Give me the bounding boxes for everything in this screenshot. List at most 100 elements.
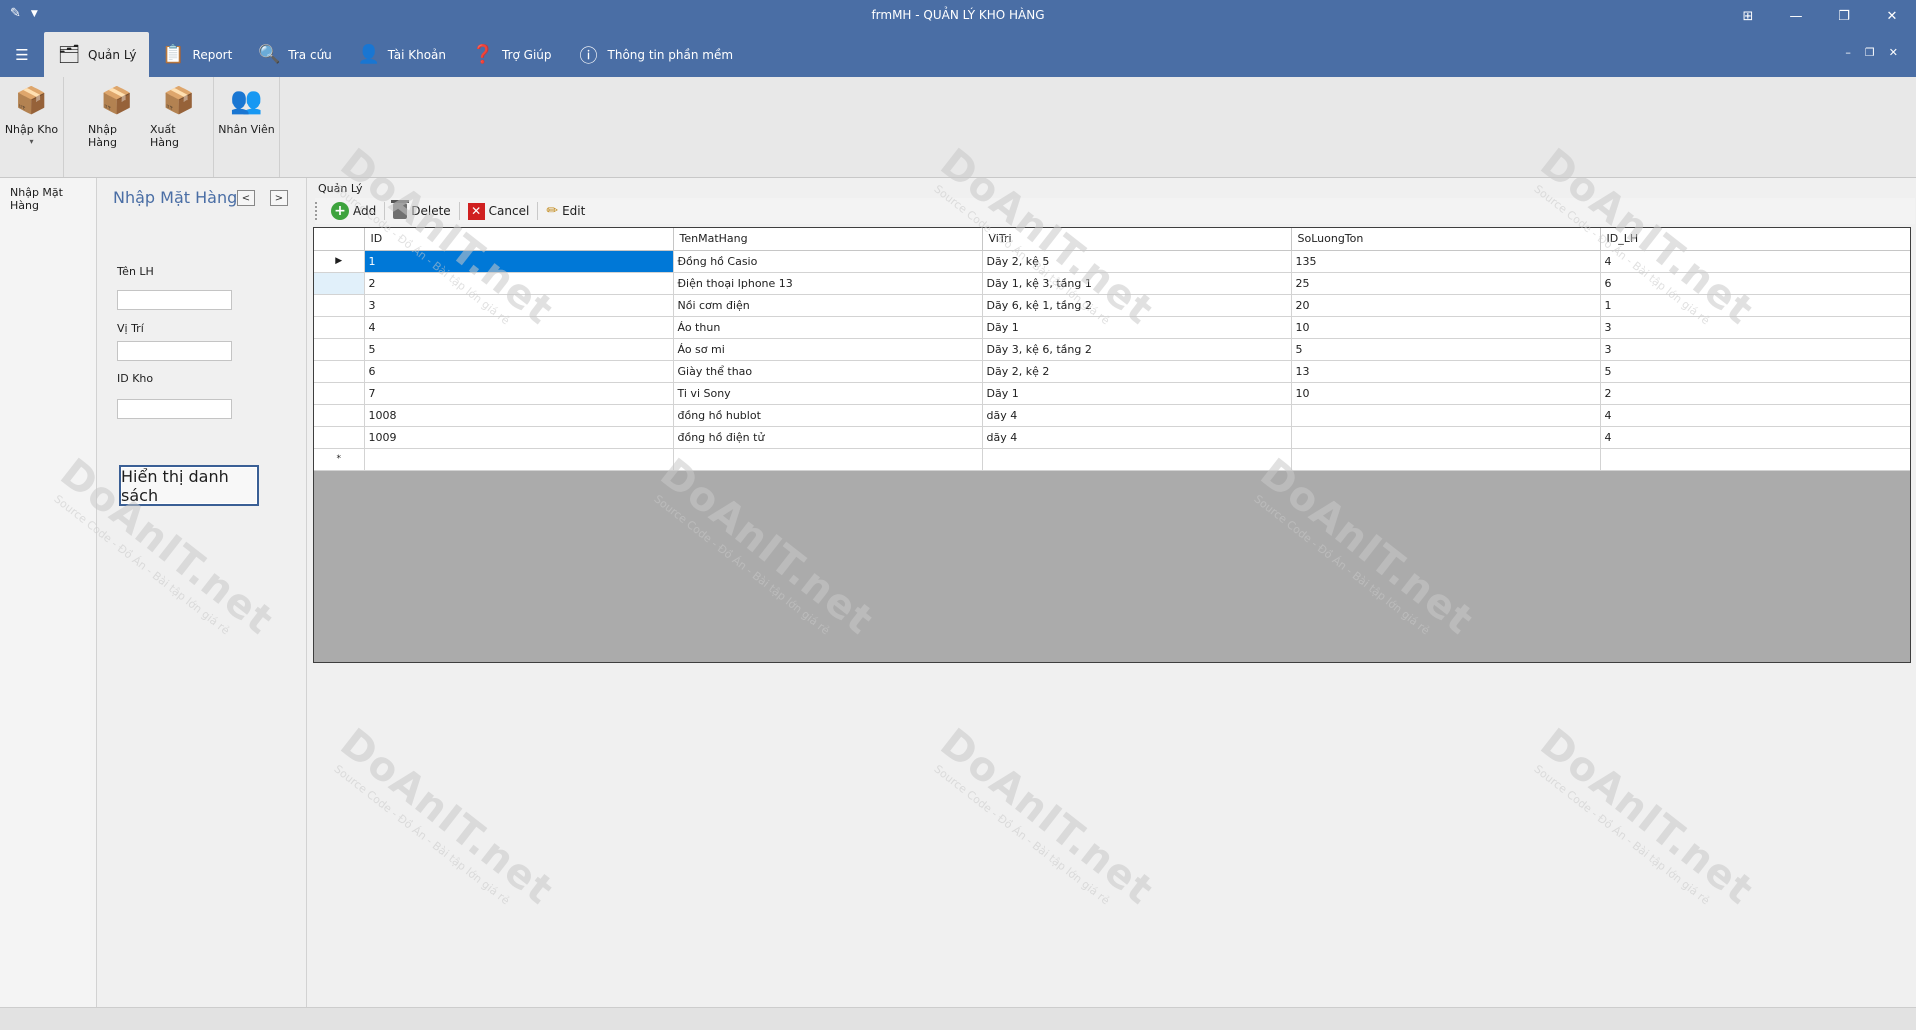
table-row[interactable]: 2 Điện thoại Iphone 13 Dãy 1, kệ 3, tầng… [314, 272, 1910, 295]
cell-vitri[interactable]: dãy 4 [982, 404, 1292, 427]
cell-tenmathang[interactable]: Áo thun [673, 316, 983, 339]
cell-id-lh[interactable]: 3 [1600, 338, 1910, 361]
cell-id-lh[interactable]: 3 [1600, 316, 1910, 339]
cell-soluongton[interactable] [1291, 448, 1601, 471]
tab-quan-ly[interactable]: 🗂 Quản Lý [44, 32, 149, 77]
table-row[interactable]: 6 Giày thể thao Dãy 2, kệ 2 13 5 [314, 360, 1910, 383]
mdi-close-button[interactable]: ✕ [1889, 46, 1898, 59]
restore-button[interactable]: ❐ [1820, 0, 1868, 32]
cell-id[interactable]: 3 [364, 294, 674, 317]
cell-soluongton[interactable]: 5 [1291, 338, 1601, 361]
xuat-hang-button[interactable]: 📦 Xuất Hàng [150, 83, 208, 177]
cell-tenmathang[interactable]: Đồng hồ Casio [673, 250, 983, 273]
cell-tenmathang[interactable]: Giày thể thao [673, 360, 983, 383]
cell-soluongton[interactable] [1291, 404, 1601, 427]
tab-tro-giup[interactable]: ❓ Trợ Giúp [458, 32, 564, 77]
table-row[interactable]: 7 Ti vi Sony Dãy 1 10 2 [314, 382, 1910, 405]
show-list-button[interactable]: Hiển thị danh sách [119, 465, 259, 506]
table-row[interactable]: ▶ 1 Đồng hồ Casio Dãy 2, kệ 5 135 4 [314, 250, 1910, 273]
edit-button[interactable]: ✏ Edit [540, 200, 591, 222]
cell-id-lh[interactable] [1600, 448, 1910, 471]
app-menu-icon[interactable]: ☰ [6, 40, 38, 70]
tab-tra-cuu[interactable]: 🔍 Tra cứu [244, 32, 343, 77]
cell-tenmathang[interactable] [673, 448, 983, 471]
minimize-button[interactable]: — [1772, 0, 1820, 32]
table-row[interactable]: 1008 đồng hồ hublot dãy 4 4 [314, 404, 1910, 427]
mdi-restore-button[interactable]: ❐ [1865, 46, 1875, 59]
cell-tenmathang[interactable]: đồng hồ hublot [673, 404, 983, 427]
mdi-minimize-button[interactable]: – [1845, 46, 1851, 59]
cell-id[interactable]: 6 [364, 360, 674, 383]
cell-id-lh[interactable]: 2 [1600, 382, 1910, 405]
delete-button[interactable]: Delete [387, 200, 456, 222]
cell-tenmathang[interactable]: Nồi cơm điện [673, 294, 983, 317]
column-header-soluongton[interactable]: SoLuongTon [1291, 228, 1601, 251]
cell-id[interactable]: 1 [364, 250, 674, 273]
cell-tenmathang[interactable]: Điện thoại Iphone 13 [673, 272, 983, 295]
cancel-button[interactable]: ✕ Cancel [462, 200, 536, 222]
table-row[interactable]: 4 Áo thun Dãy 1 10 3 [314, 316, 1910, 339]
vi-tri-input[interactable] [117, 341, 232, 361]
cell-soluongton[interactable]: 10 [1291, 316, 1601, 339]
row-header-corner[interactable] [314, 228, 365, 251]
cell-vitri[interactable]: Dãy 6, kệ 1, tầng 2 [982, 294, 1292, 317]
column-header-id[interactable]: ID [364, 228, 674, 251]
cell-soluongton[interactable]: 13 [1291, 360, 1601, 383]
current-row-marker[interactable]: ▶ [314, 250, 365, 273]
cell-vitri[interactable]: Dãy 2, kệ 5 [982, 250, 1292, 273]
data-grid[interactable]: ID TenMatHang ViTri SoLuongTon ID_LH ▶ 1… [313, 227, 1911, 663]
cell-vitri[interactable]: Dãy 1 [982, 382, 1292, 405]
row-header[interactable] [314, 404, 365, 427]
nav-item-nhap-mat-hang[interactable]: Nhập Mặt Hàng [0, 178, 96, 220]
row-header[interactable] [314, 426, 365, 449]
toolbar-grip[interactable] [315, 202, 321, 220]
cell-tenmathang[interactable]: Ti vi Sony [673, 382, 983, 405]
ten-lh-input[interactable] [117, 290, 232, 310]
cell-vitri[interactable]: Dãy 2, kệ 2 [982, 360, 1292, 383]
cell-soluongton[interactable]: 10 [1291, 382, 1601, 405]
table-row[interactable]: 1009 đồng hồ điện tử dãy 4 4 [314, 426, 1910, 449]
cell-tenmathang[interactable]: Áo sơ mi [673, 338, 983, 361]
nhap-hang-button[interactable]: 📦 Nhập Hàng [88, 83, 146, 177]
cell-vitri[interactable]: Dãy 1 [982, 316, 1292, 339]
next-button[interactable]: > [270, 190, 288, 206]
id-kho-input[interactable] [117, 399, 232, 419]
cell-id-lh[interactable]: 5 [1600, 360, 1910, 383]
cell-soluongton[interactable]: 135 [1291, 250, 1601, 273]
cell-vitri[interactable]: Dãy 3, kệ 6, tầng 2 [982, 338, 1292, 361]
tab-tai-khoan[interactable]: 👤 Tài Khoản [344, 32, 458, 77]
cell-id-lh[interactable]: 4 [1600, 404, 1910, 427]
cell-id[interactable]: 1009 [364, 426, 674, 449]
cell-soluongton[interactable] [1291, 426, 1601, 449]
cell-tenmathang[interactable]: đồng hồ điện tử [673, 426, 983, 449]
cell-soluongton[interactable]: 20 [1291, 294, 1601, 317]
cell-vitri[interactable]: Dãy 1, kệ 3, tầng 1 [982, 272, 1292, 295]
row-header[interactable] [314, 316, 365, 339]
nhap-kho-button[interactable]: 📦 Nhập Kho ▾ [4, 83, 59, 177]
add-button[interactable]: + Add [325, 200, 382, 222]
cell-vitri[interactable]: dãy 4 [982, 426, 1292, 449]
cell-id[interactable]: 1008 [364, 404, 674, 427]
cell-id[interactable]: 5 [364, 338, 674, 361]
row-header[interactable] [314, 294, 365, 317]
table-row[interactable]: 3 Nồi cơm điện Dãy 6, kệ 1, tầng 2 20 1 [314, 294, 1910, 317]
nhan-vien-button[interactable]: 👥 Nhân Viên [218, 83, 275, 177]
cell-id-lh[interactable]: 6 [1600, 272, 1910, 295]
new-row-marker[interactable]: * [314, 448, 365, 471]
row-header[interactable] [314, 382, 365, 405]
cell-id[interactable]: 4 [364, 316, 674, 339]
cell-id[interactable]: 7 [364, 382, 674, 405]
row-header[interactable] [314, 360, 365, 383]
cell-id-lh[interactable]: 4 [1600, 250, 1910, 273]
table-row[interactable]: 5 Áo sơ mi Dãy 3, kệ 6, tầng 2 5 3 [314, 338, 1910, 361]
layout-icon[interactable]: ⊞ [1724, 0, 1772, 32]
new-row[interactable]: * [314, 448, 1910, 471]
close-button[interactable]: ✕ [1868, 0, 1916, 32]
column-header-vitri[interactable]: ViTri [982, 228, 1292, 251]
cell-id-lh[interactable]: 4 [1600, 426, 1910, 449]
tab-thong-tin[interactable]: ⓘ Thông tin phần mềm [564, 32, 746, 77]
cell-id[interactable]: 2 [364, 272, 674, 295]
tab-report[interactable]: 📋 Report [149, 32, 245, 77]
cell-soluongton[interactable]: 25 [1291, 272, 1601, 295]
column-header-id-lh[interactable]: ID_LH [1600, 228, 1910, 251]
